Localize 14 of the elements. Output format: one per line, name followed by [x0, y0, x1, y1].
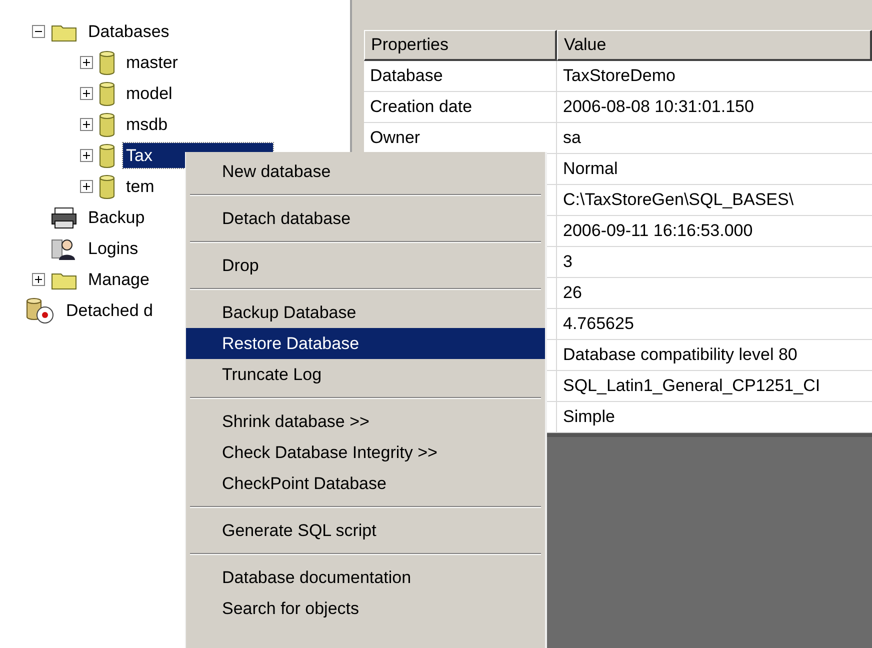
table-cell-text: 3: [562, 251, 574, 274]
table-cell-text: Simple: [562, 406, 616, 428]
table-cell-text: TaxStoreDemo: [562, 65, 676, 88]
table-cell-text: SQL_Latin1_General_CP1251_CI: [562, 375, 822, 398]
table-cell-text: 2006-09-11 16:16:53.000: [562, 220, 754, 242]
table-cell-text: 4.765625: [562, 313, 635, 336]
table-cell-text: 26: [562, 282, 583, 304]
table-cell-text: C:\TaxStoreGen\SQL_BASES\: [562, 189, 795, 212]
table-cell: Creation date: [364, 92, 557, 122]
table-cell-text: sa: [562, 127, 582, 150]
table-cell: Database: [364, 61, 557, 91]
table-cell-text: Database compatibility level 80: [562, 344, 798, 366]
table-cell-text: 2006-08-08 10:31:01.150: [562, 96, 755, 118]
table-cell-text: Normal: [562, 158, 619, 180]
